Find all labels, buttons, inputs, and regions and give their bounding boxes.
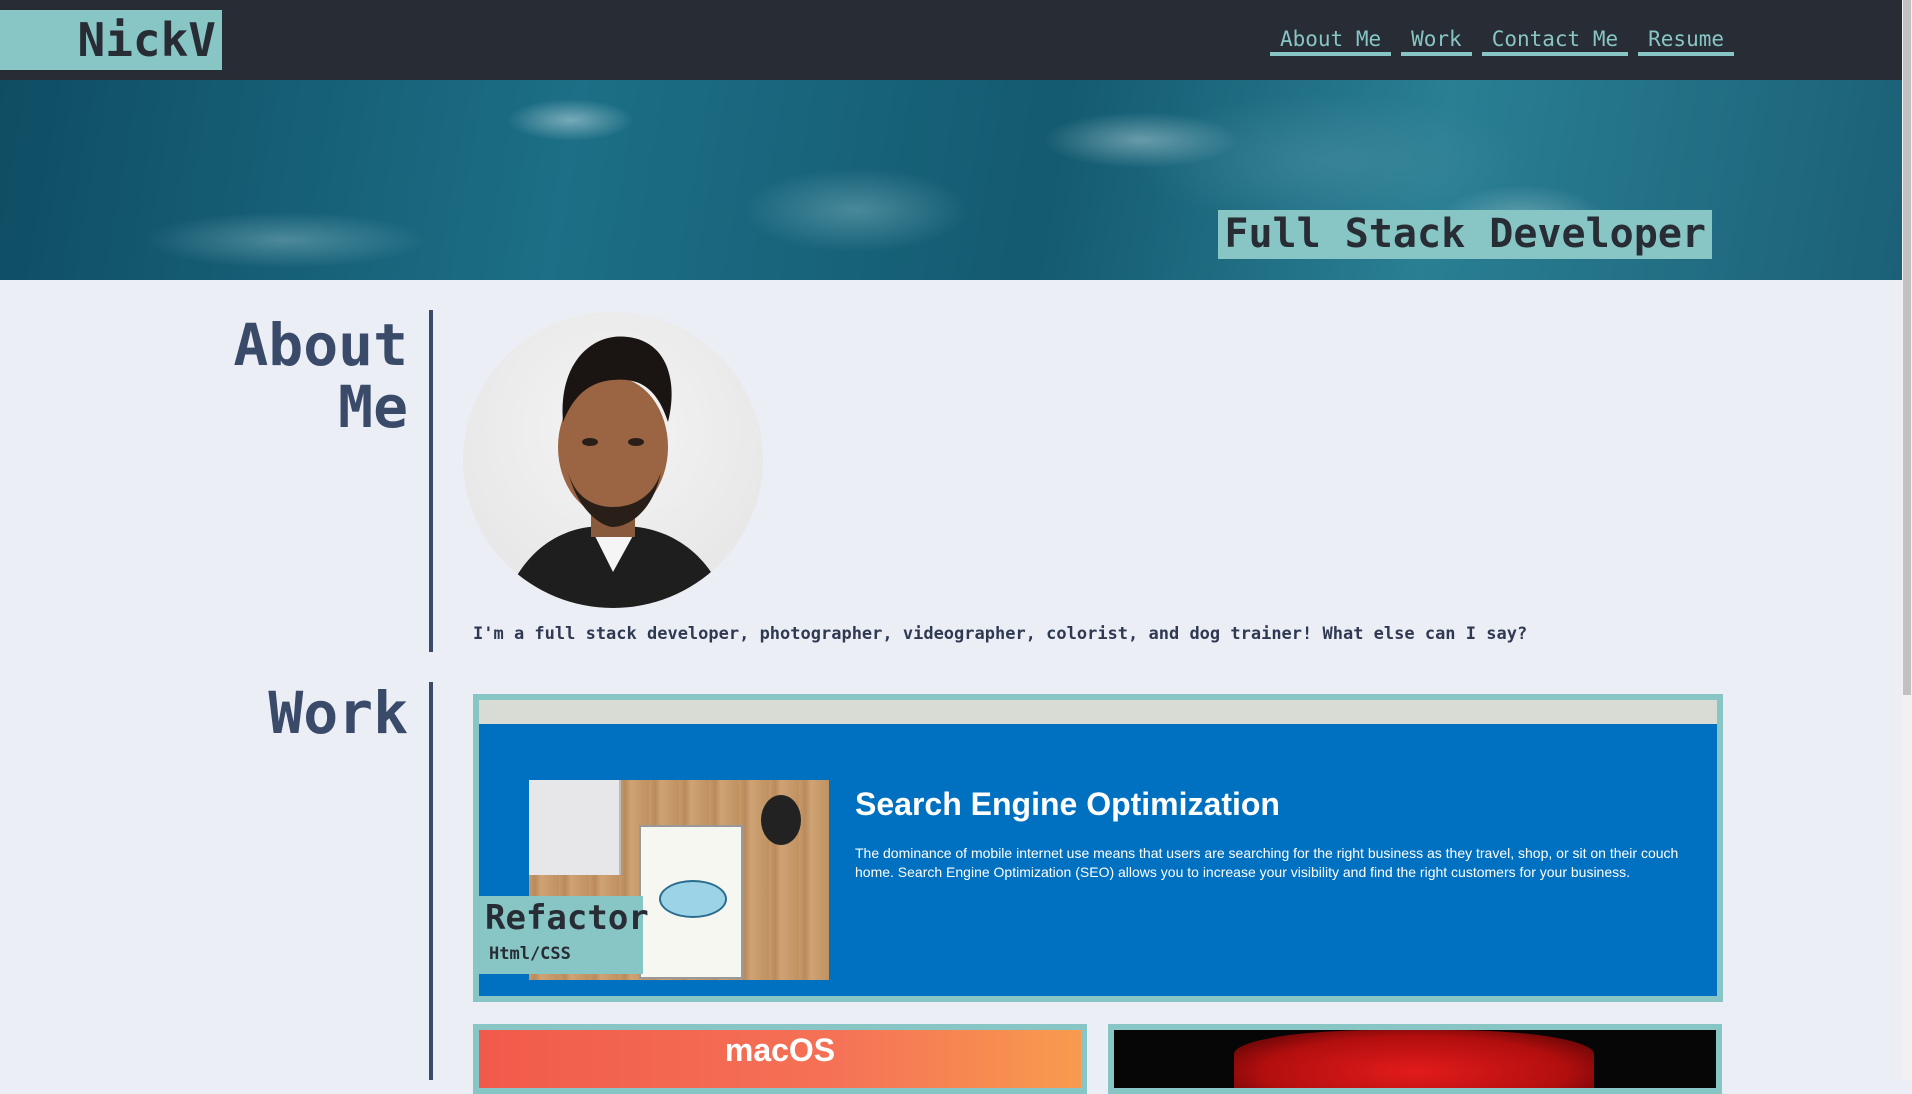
about-text: I'm a full stack developer, photographer… [473,624,1528,644]
laptop-illustration [529,780,621,875]
card-top-bar [479,700,1717,724]
seo-heading: Search Engine Optimization [855,786,1280,822]
nav-link-contact-me[interactable]: Contact Me [1481,26,1629,56]
about-title-line1: About [233,311,408,379]
nav-link-about-me[interactable]: About Me [1269,26,1392,56]
seo-description: The dominance of mobile internet use mea… [855,845,1679,880]
work-card-macos[interactable]: macOS [473,1024,1087,1094]
project-title: Refactor [485,898,649,938]
hero-banner: Full Stack Developer [0,80,1902,280]
work-section-title: Work [268,679,408,747]
project-subtitle: Html/CSS [489,944,571,964]
page-scrollbar[interactable] [1902,0,1912,1080]
about-section-title: About Me [233,314,408,438]
profile-photo [463,312,763,608]
hero-title: Full Stack Developer [1218,210,1712,259]
scrollbar-thumb[interactable] [1903,0,1911,695]
pen-cup-illustration [761,795,801,845]
site-logo[interactable]: NickV [0,10,222,70]
nav-link-resume[interactable]: Resume [1638,26,1734,56]
profile-photo-illustration [503,336,728,608]
seo-cloud-illustration [659,880,727,918]
work-card-seo[interactable]: Refactor Html/CSS Search Engine Optimiza… [473,694,1723,1002]
project-tag[interactable]: Refactor Html/CSS [479,896,649,974]
car-image [1234,1030,1594,1088]
site-header: NickV About Me Work Contact Me Resume [0,0,1902,80]
main-nav: About Me Work Contact Me Resume [1269,26,1734,56]
nav-link-work[interactable]: Work [1401,26,1472,56]
about-divider [429,310,433,652]
about-title-line2: Me [338,373,408,441]
work-divider [429,682,433,1080]
macos-title: macOS [724,1032,836,1068]
work-card-car[interactable] [1108,1024,1722,1094]
